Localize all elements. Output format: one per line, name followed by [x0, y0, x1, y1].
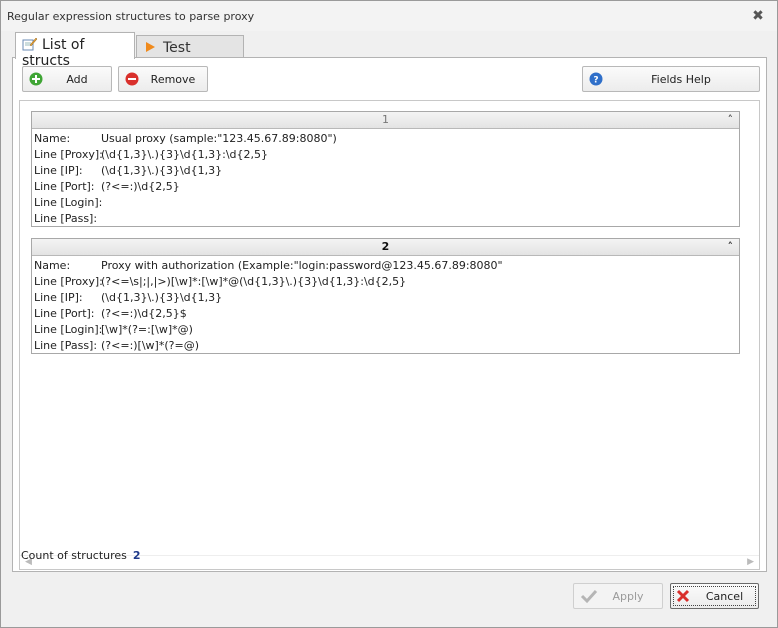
field-row[interactable]: Line [Pass]: (?<=:)[\w]*(?=@) — [32, 338, 739, 354]
play-arrow-icon — [143, 40, 159, 54]
scroll-right-icon[interactable]: ▶ — [747, 557, 754, 567]
tab-test-source[interactable]: Test source — [136, 35, 244, 72]
title-bar: Regular expression structures to parse p… — [1, 1, 777, 31]
structures-list[interactable]: 1 ˄ Name: Usual proxy (sample:"123.45.67.… — [19, 100, 760, 570]
checkmark-icon — [580, 588, 598, 604]
field-label: Line [Port]: — [34, 180, 95, 193]
structure-card-header[interactable]: 2 ˄ — [32, 239, 739, 256]
field-label: Line [Proxy]: — [34, 275, 103, 288]
count-label: Count of structures — [21, 549, 127, 562]
field-label: Line [Proxy]: — [34, 148, 103, 161]
help-icon: ? — [589, 72, 603, 86]
field-row[interactable]: Line [Pass]: — [32, 211, 739, 227]
plus-circle-icon — [29, 72, 43, 86]
svg-text:?: ? — [593, 76, 598, 86]
remove-button[interactable]: Remove — [118, 66, 208, 92]
field-row[interactable]: Line [IP]: (\d{1,3}\.){3}\d{1,3} — [32, 290, 739, 306]
structure-fields: Name: Proxy with authorization (Example:"… — [32, 256, 739, 354]
apply-button[interactable]: Apply — [573, 583, 663, 609]
field-row[interactable]: Name: Proxy with authorization (Example:"… — [32, 258, 739, 274]
structure-fields: Name: Usual proxy (sample:"123.45.67.89:8… — [32, 129, 739, 227]
cancel-x-icon — [676, 589, 690, 603]
field-value[interactable]: (?<=:)\d{2,5} — [101, 179, 180, 195]
field-value[interactable]: Proxy with authorization (Example:"login… — [101, 258, 503, 274]
field-row[interactable]: Line [IP]: (\d{1,3}\.){3}\d{1,3} — [32, 163, 739, 179]
field-row[interactable]: Line [Login]: [\w]*(?=:[\w]*@) — [32, 322, 739, 338]
field-value[interactable]: (?<=:)\d{2,5}$ — [101, 306, 187, 322]
add-button[interactable]: Add — [22, 66, 112, 92]
field-row[interactable]: Line [Proxy]: (\d{1,3}\.){3}\d{1,3}:\d{2,… — [32, 147, 739, 163]
field-label: Name: — [34, 132, 71, 145]
field-label: Line [Port]: — [34, 307, 95, 320]
field-row[interactable]: Line [Login]: — [32, 195, 739, 211]
structs-panel: Add Remove ? Fields Help 1 ˄ Name: Usual … — [12, 57, 767, 572]
structure-card[interactable]: 2 ˄ Name: Proxy with authorization (Examp… — [31, 238, 740, 354]
field-row[interactable]: Name: Usual proxy (sample:"123.45.67.89:8… — [32, 131, 739, 147]
structure-card-header[interactable]: 1 ˄ — [32, 112, 739, 129]
window-title: Regular expression structures to parse p… — [7, 10, 255, 23]
field-label: Line [IP]: — [34, 291, 83, 304]
field-label: Line [Login]: — [34, 323, 103, 336]
field-row[interactable]: Line [Port]: (?<=:)\d{2,5}$ — [32, 306, 739, 322]
fields-help-label: Fields Help — [651, 72, 711, 86]
field-row[interactable]: Line [Proxy]: (?<=\s|;|,|>)[\w]*:[\w]*@(\… — [32, 274, 739, 290]
field-label: Line [Pass]: — [34, 339, 98, 352]
field-value[interactable]: (?<=:)[\w]*(?=@) — [101, 338, 199, 354]
close-icon[interactable]: ✖︎ — [751, 9, 765, 23]
structure-number: 2 — [381, 240, 390, 253]
collapse-chevron-icon[interactable]: ˄ — [728, 112, 734, 128]
document-edit-icon — [22, 37, 38, 51]
field-label: Line [IP]: — [34, 164, 83, 177]
field-value[interactable]: (\d{1,3}\.){3}\d{1,3}:\d{2,5} — [101, 147, 268, 163]
collapse-chevron-icon[interactable]: ˄ — [728, 239, 734, 255]
minus-circle-icon — [125, 72, 139, 86]
field-label: Line [Pass]: — [34, 212, 98, 225]
field-row[interactable]: Line [Port]: (?<=:)\d{2,5} — [32, 179, 739, 195]
fields-help-button[interactable]: ? Fields Help — [582, 66, 760, 92]
field-label: Line [Login]: — [34, 196, 103, 209]
count-value: 2 — [132, 549, 141, 562]
cancel-button[interactable]: Cancel — [670, 583, 759, 609]
dialog-window: Regular expression structures to parse p… — [0, 0, 778, 628]
field-value[interactable]: (?<=\s|;|,|>)[\w]*:[\w]*@(\d{1,3}\.){3}\… — [101, 274, 406, 290]
field-value[interactable]: (\d{1,3}\.){3}\d{1,3} — [101, 290, 222, 306]
structure-number: 1 — [382, 113, 389, 126]
field-label: Name: — [34, 259, 71, 272]
structure-count: Count of structures 2 — [21, 549, 141, 562]
structure-card[interactable]: 1 ˄ Name: Usual proxy (sample:"123.45.67.… — [31, 111, 740, 227]
field-value[interactable]: (\d{1,3}\.){3}\d{1,3} — [101, 163, 222, 179]
field-value[interactable]: Usual proxy (sample:"123.45.67.89:8080") — [101, 131, 337, 147]
tab-list-of-structs[interactable]: List of structs — [15, 32, 135, 69]
field-value[interactable]: [\w]*(?=:[\w]*@) — [101, 322, 193, 338]
